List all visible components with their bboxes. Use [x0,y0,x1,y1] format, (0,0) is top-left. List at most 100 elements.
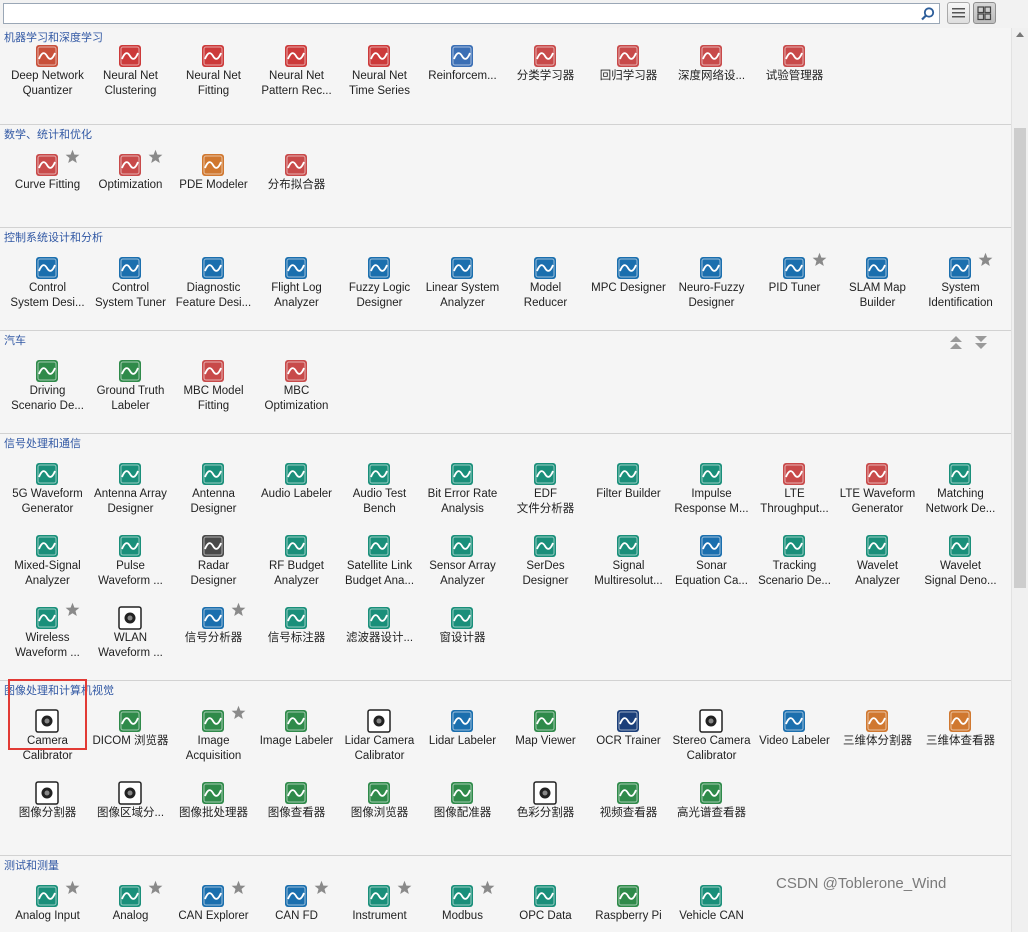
app-tile[interactable]: Wireless Waveform ... [6,602,89,678]
app-tile[interactable]: Wavelet Analyzer [836,534,919,606]
app-tile[interactable]: 图像分割器 [6,781,89,853]
app-tile[interactable]: 信号分析器 [172,602,255,678]
app-tile[interactable]: WLAN Waveform ... [89,606,172,678]
app-tile[interactable]: Image Acquisition [172,705,255,781]
app-tile[interactable]: Video Labeler [753,709,836,781]
category-title[interactable]: 机器学习和深度学习 [4,29,103,45]
category-title[interactable]: 数学、统计和优化 [4,126,92,142]
app-tile[interactable]: Audio Test Bench [338,462,421,534]
app-tile[interactable]: Analog Input [6,880,89,932]
app-tile[interactable]: 分类学习器 [504,44,587,116]
favorite-star-icon[interactable] [978,252,993,267]
app-tile[interactable]: Neural Net Fitting [172,44,255,116]
app-tile[interactable]: 窗设计器 [421,606,504,678]
app-tile[interactable]: Optimization [89,149,172,225]
app-tile[interactable]: Flight Log Analyzer [255,256,338,328]
search-icon[interactable] [920,6,936,22]
grid-view-button[interactable] [973,2,996,24]
app-tile[interactable]: 三维体分割器 [836,709,919,781]
app-tile[interactable]: 三维体查看器 [919,709,1002,781]
favorite-star-icon[interactable] [65,602,80,617]
app-tile[interactable]: Modbus [421,880,504,932]
app-tile[interactable]: Reinforcem... [421,44,504,116]
app-tile[interactable]: MBC Model Fitting [172,359,255,431]
vertical-scrollbar[interactable] [1011,28,1028,932]
app-tile[interactable]: OCR Trainer [587,709,670,781]
app-tile[interactable]: Sensor Array Analyzer [421,534,504,606]
app-tile[interactable]: Mixed-Signal Analyzer [6,534,89,606]
app-tile[interactable]: Filter Builder [587,462,670,534]
app-tile[interactable]: PID Tuner [753,252,836,328]
app-tile[interactable]: MBC Optimization [255,359,338,431]
app-tile[interactable]: Driving Scenario De... [6,359,89,431]
app-tile[interactable]: PDE Modeler [172,153,255,225]
app-tile[interactable]: Bit Error Rate Analysis [421,462,504,534]
favorite-star-icon[interactable] [148,149,163,164]
category-title[interactable]: 图像处理和计算机视觉 [4,682,114,698]
app-tile[interactable]: Antenna Array Designer [89,462,172,534]
app-tile[interactable]: Map Viewer [504,709,587,781]
app-tile[interactable]: 高光谱查看器 [670,781,753,853]
app-tile[interactable]: 图像批处理器 [172,781,255,853]
app-tile[interactable]: Control System Tuner [89,256,172,328]
favorite-star-icon[interactable] [480,880,495,895]
app-tile[interactable]: Satellite Link Budget Ana... [338,534,421,606]
app-tile[interactable]: 视频查看器 [587,781,670,853]
category-title[interactable]: 测试和测量 [4,857,59,873]
list-view-button[interactable] [947,2,970,24]
app-tile[interactable]: Pulse Waveform ... [89,534,172,606]
app-tile[interactable]: Antenna Designer [172,462,255,534]
app-tile[interactable]: 图像浏览器 [338,781,421,853]
favorite-star-icon[interactable] [231,602,246,617]
app-tile[interactable]: Stereo Camera Calibrator [670,709,753,781]
app-tile[interactable]: CAN FD [255,880,338,932]
app-tile[interactable]: Lidar Camera Calibrator [338,709,421,781]
app-tile[interactable]: Vehicle CAN [670,884,753,932]
app-tile[interactable]: 分布拟合器 [255,153,338,225]
app-tile[interactable]: Sonar Equation Ca... [670,534,753,606]
search-box[interactable] [3,3,940,24]
app-tile[interactable]: 色彩分割器 [504,781,587,853]
app-tile[interactable]: Control System Desi... [6,256,89,328]
app-tile[interactable]: 回归学习器 [587,44,670,116]
app-tile[interactable]: 滤波器设计... [338,606,421,678]
app-tile[interactable]: RF Budget Analyzer [255,534,338,606]
app-tile[interactable]: Signal Multiresolut... [587,534,670,606]
app-tile[interactable]: Impulse Response M... [670,462,753,534]
app-tile[interactable]: Linear System Analyzer [421,256,504,328]
scrollbar-thumb[interactable] [1014,128,1026,588]
app-tile[interactable]: Ground Truth Labeler [89,359,172,431]
app-tile[interactable]: Fuzzy Logic Designer [338,256,421,328]
app-tile[interactable]: Neural Net Time Series [338,44,421,116]
favorite-star-icon[interactable] [812,252,827,267]
app-tile[interactable]: Neural Net Pattern Rec... [255,44,338,116]
app-tile[interactable]: DICOM 浏览器 [89,709,172,781]
app-tile[interactable]: Neuro-Fuzzy Designer [670,256,753,328]
favorite-star-icon[interactable] [148,880,163,895]
app-tile[interactable]: SLAM Map Builder [836,256,919,328]
favorite-star-icon[interactable] [65,149,80,164]
app-tile[interactable]: Analog [89,880,172,932]
app-tile[interactable]: LTE Waveform Generator [836,462,919,534]
app-tile[interactable]: LTE Throughput... [753,462,836,534]
favorite-star-icon[interactable] [314,880,329,895]
app-tile[interactable]: 图像配准器 [421,781,504,853]
app-tile[interactable]: Curve Fitting [6,149,89,225]
app-tile[interactable]: 图像查看器 [255,781,338,853]
app-tile[interactable]: Tracking Scenario De... [753,534,836,606]
app-tile[interactable]: 深度网络设... [670,44,753,116]
app-tile[interactable]: System Identification [919,252,1002,328]
app-tile[interactable]: OPC Data [504,884,587,932]
favorite-star-icon[interactable] [231,880,246,895]
app-tile[interactable]: Matching Network De... [919,462,1002,534]
app-tile[interactable]: Instrument [338,880,421,932]
app-tile[interactable]: Image Labeler [255,709,338,781]
app-tile[interactable]: MPC Designer [587,256,670,328]
app-tile[interactable]: 图像区域分... [89,781,172,853]
favorite-star-icon[interactable] [231,705,246,720]
app-tile[interactable]: 5G Waveform Generator [6,462,89,534]
app-tile[interactable]: Radar Designer [172,534,255,606]
favorite-star-icon[interactable] [397,880,412,895]
category-title[interactable]: 汽车 [4,332,26,348]
search-input[interactable] [6,5,910,24]
